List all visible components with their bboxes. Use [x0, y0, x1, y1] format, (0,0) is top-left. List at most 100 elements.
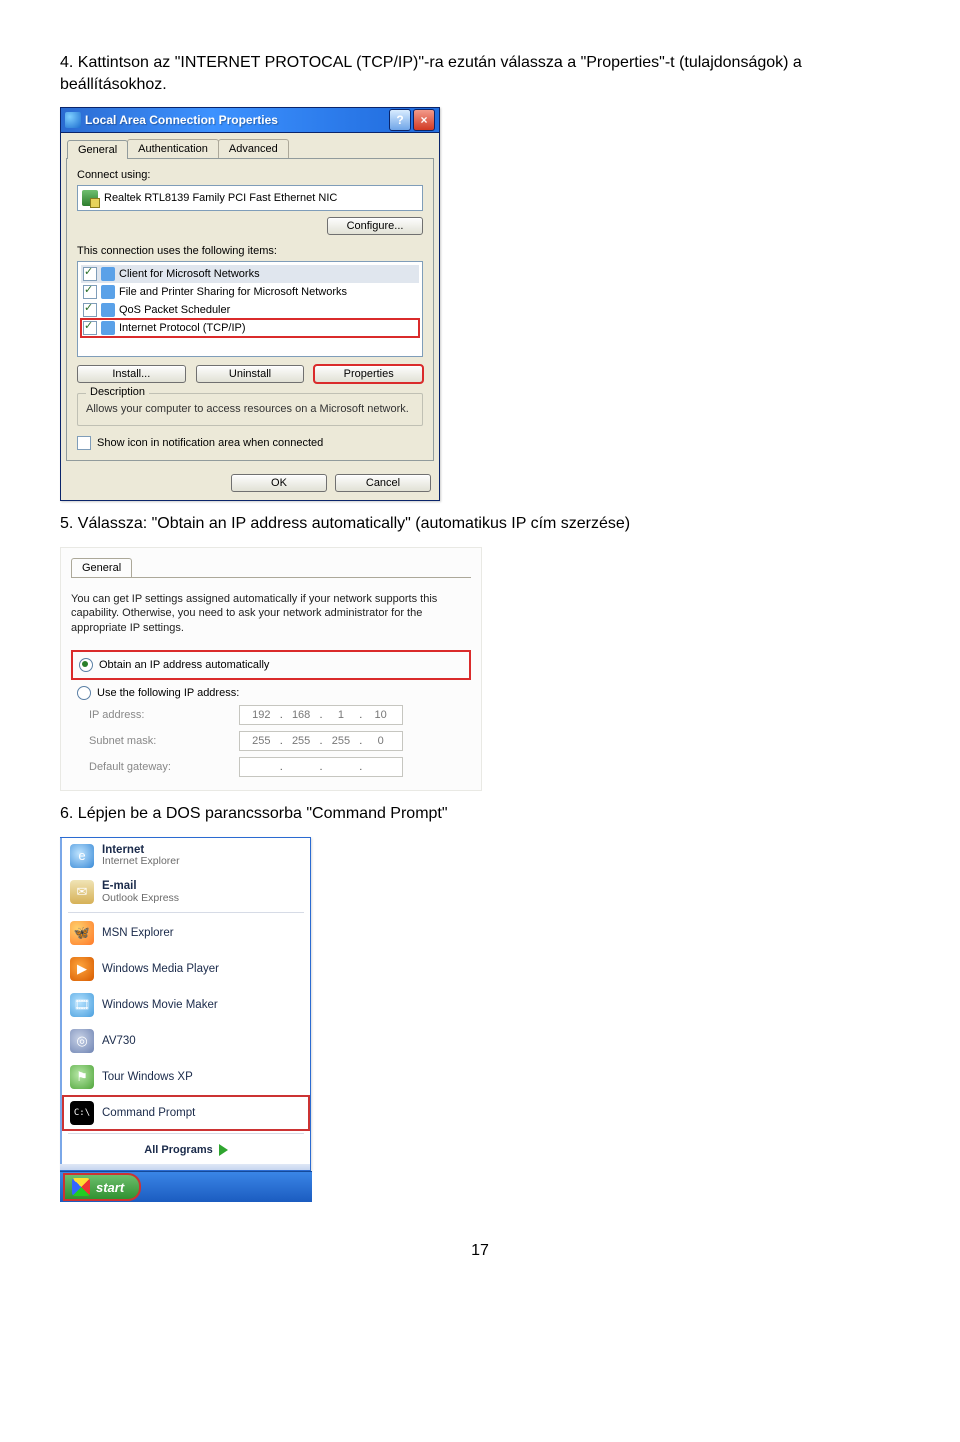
protocol-icon	[101, 321, 115, 335]
protocol-icon	[101, 303, 115, 317]
radio-use-following[interactable]: Use the following IP address:	[71, 684, 471, 702]
lan-icon	[65, 112, 81, 128]
ip-address-field[interactable]: 192. 168. 1. 10	[239, 705, 403, 725]
menu-item-main: MSN Explorer	[102, 927, 174, 940]
cancel-button[interactable]: Cancel	[335, 474, 431, 492]
ip-address-label: IP address:	[89, 709, 239, 721]
step5-text: 5. Válassza: "Obtain an IP address autom…	[60, 513, 900, 535]
item-label: QoS Packet Scheduler	[119, 304, 230, 316]
obtain-auto-group: Obtain an IP address automatically	[71, 650, 471, 680]
menu-item-command-prompt[interactable]: C:\ Command Prompt	[62, 1095, 310, 1131]
wmp-icon: ▶	[70, 957, 94, 981]
tab-advanced[interactable]: Advanced	[218, 139, 289, 158]
start-button[interactable]: start	[64, 1174, 140, 1200]
ip-octet: 255	[326, 735, 357, 747]
menu-item-av730[interactable]: ◎ AV730	[62, 1023, 310, 1059]
tab-authentication[interactable]: Authentication	[127, 139, 219, 158]
radio-icon[interactable]	[77, 686, 91, 700]
dialog-tabs: General Authentication Advanced	[61, 133, 439, 158]
taskbar: start	[60, 1171, 312, 1202]
start-menu: e Internet Internet Explorer ✉ E-mail Ou…	[60, 837, 311, 1171]
item-qos-scheduler[interactable]: QoS Packet Scheduler	[81, 301, 419, 319]
menu-item-main: Windows Media Player	[102, 963, 219, 976]
menu-item-main: Windows Movie Maker	[102, 999, 218, 1012]
start-label: start	[96, 1180, 124, 1195]
windows-flag-icon	[72, 1178, 90, 1196]
tab-general[interactable]: General	[71, 558, 132, 577]
uninstall-button[interactable]: Uninstall	[196, 365, 305, 383]
description-text: Allows your computer to access resources…	[86, 402, 414, 417]
dialog-title: Local Area Connection Properties	[85, 113, 387, 127]
msn-icon: 🦋	[70, 921, 94, 945]
subnet-mask-label: Subnet mask:	[89, 735, 239, 747]
close-button[interactable]: ×	[413, 109, 435, 131]
menu-item-main: Command Prompt	[102, 1107, 195, 1120]
help-button[interactable]: ?	[389, 109, 411, 131]
item-client-ms-networks[interactable]: Client for Microsoft Networks	[81, 265, 419, 283]
item-buttons-row: Install... Uninstall Properties	[77, 365, 423, 383]
all-programs-label: All Programs	[144, 1144, 212, 1156]
checkbox-icon[interactable]	[83, 267, 97, 281]
tab-content: Connect using: Realtek RTL8139 Family PC…	[66, 158, 434, 461]
mail-icon: ✉	[70, 880, 94, 904]
menu-divider	[68, 1133, 304, 1134]
nic-field: Realtek RTL8139 Family PCI Fast Ethernet…	[77, 185, 423, 211]
properties-button[interactable]: Properties	[314, 365, 423, 383]
install-button[interactable]: Install...	[77, 365, 186, 383]
dialog-buttons: OK Cancel	[61, 466, 439, 500]
checkbox-icon[interactable]	[83, 321, 97, 335]
dialog-titlebar: Local Area Connection Properties ? ×	[61, 108, 439, 133]
all-programs[interactable]: All Programs	[62, 1136, 310, 1164]
configure-button[interactable]: Configure...	[327, 217, 423, 235]
protocol-icon	[101, 285, 115, 299]
radio-label: Use the following IP address:	[97, 687, 239, 699]
ip-note-text: You can get IP settings assigned automat…	[71, 592, 471, 637]
connect-using-label: Connect using:	[77, 169, 423, 181]
ip-octet: 255	[286, 735, 317, 747]
wmm-icon: 🎞	[70, 993, 94, 1017]
items-listbox[interactable]: Client for Microsoft Networks File and P…	[77, 261, 423, 357]
menu-item-main: E-mail	[102, 880, 179, 893]
protocol-icon	[101, 267, 115, 281]
arrow-right-icon	[219, 1144, 228, 1156]
av-icon: ◎	[70, 1029, 94, 1053]
radio-obtain-auto[interactable]: Obtain an IP address automatically	[79, 656, 463, 674]
menu-item-wmm[interactable]: 🎞 Windows Movie Maker	[62, 987, 310, 1023]
default-gateway-row: Default gateway: . . .	[71, 754, 471, 780]
description-legend: Description	[86, 386, 149, 398]
radio-label: Obtain an IP address automatically	[99, 659, 269, 671]
menu-item-internet[interactable]: e Internet Internet Explorer	[62, 838, 310, 874]
step4-text: 4. Kattintson az "INTERNET PROTOCAL (TCP…	[60, 52, 900, 95]
page-number: 17	[60, 1242, 900, 1260]
tab-general[interactable]: General	[67, 140, 128, 159]
item-tcpip[interactable]: Internet Protocol (TCP/IP)	[81, 319, 419, 337]
menu-item-email[interactable]: ✉ E-mail Outlook Express	[62, 874, 310, 910]
checkbox-icon[interactable]	[83, 285, 97, 299]
item-label: Client for Microsoft Networks	[119, 268, 260, 280]
ip-octet: 1	[326, 709, 357, 721]
menu-item-msn[interactable]: 🦋 MSN Explorer	[62, 915, 310, 951]
subnet-mask-field[interactable]: 255. 255. 255. 0	[239, 731, 403, 751]
tour-icon: ⚑	[70, 1065, 94, 1089]
menu-item-sub: Internet Explorer	[102, 856, 180, 868]
ip-octet: 168	[286, 709, 317, 721]
ok-button[interactable]: OK	[231, 474, 327, 492]
lan-properties-dialog: Local Area Connection Properties ? × Gen…	[60, 107, 440, 501]
radio-icon[interactable]	[79, 658, 93, 672]
description-group: Description Allows your computer to acce…	[77, 393, 423, 426]
item-label: File and Printer Sharing for Microsoft N…	[119, 286, 347, 298]
show-icon-label: Show icon in notification area when conn…	[97, 437, 323, 449]
default-gateway-label: Default gateway:	[89, 761, 239, 773]
menu-item-tour[interactable]: ⚑ Tour Windows XP	[62, 1059, 310, 1095]
uses-items-label: This connection uses the following items…	[77, 245, 423, 257]
default-gateway-field[interactable]: . . .	[239, 757, 403, 777]
item-file-printer-sharing[interactable]: File and Printer Sharing for Microsoft N…	[81, 283, 419, 301]
ip-octet: 255	[246, 735, 277, 747]
menu-item-wmp[interactable]: ▶ Windows Media Player	[62, 951, 310, 987]
checkbox-icon[interactable]	[77, 436, 91, 450]
menu-item-main: Tour Windows XP	[102, 1071, 193, 1084]
nic-icon	[82, 190, 98, 206]
show-icon-checkbox-row[interactable]: Show icon in notification area when conn…	[77, 436, 423, 450]
checkbox-icon[interactable]	[83, 303, 97, 317]
tcpip-properties-panel: General You can get IP settings assigned…	[60, 547, 482, 792]
